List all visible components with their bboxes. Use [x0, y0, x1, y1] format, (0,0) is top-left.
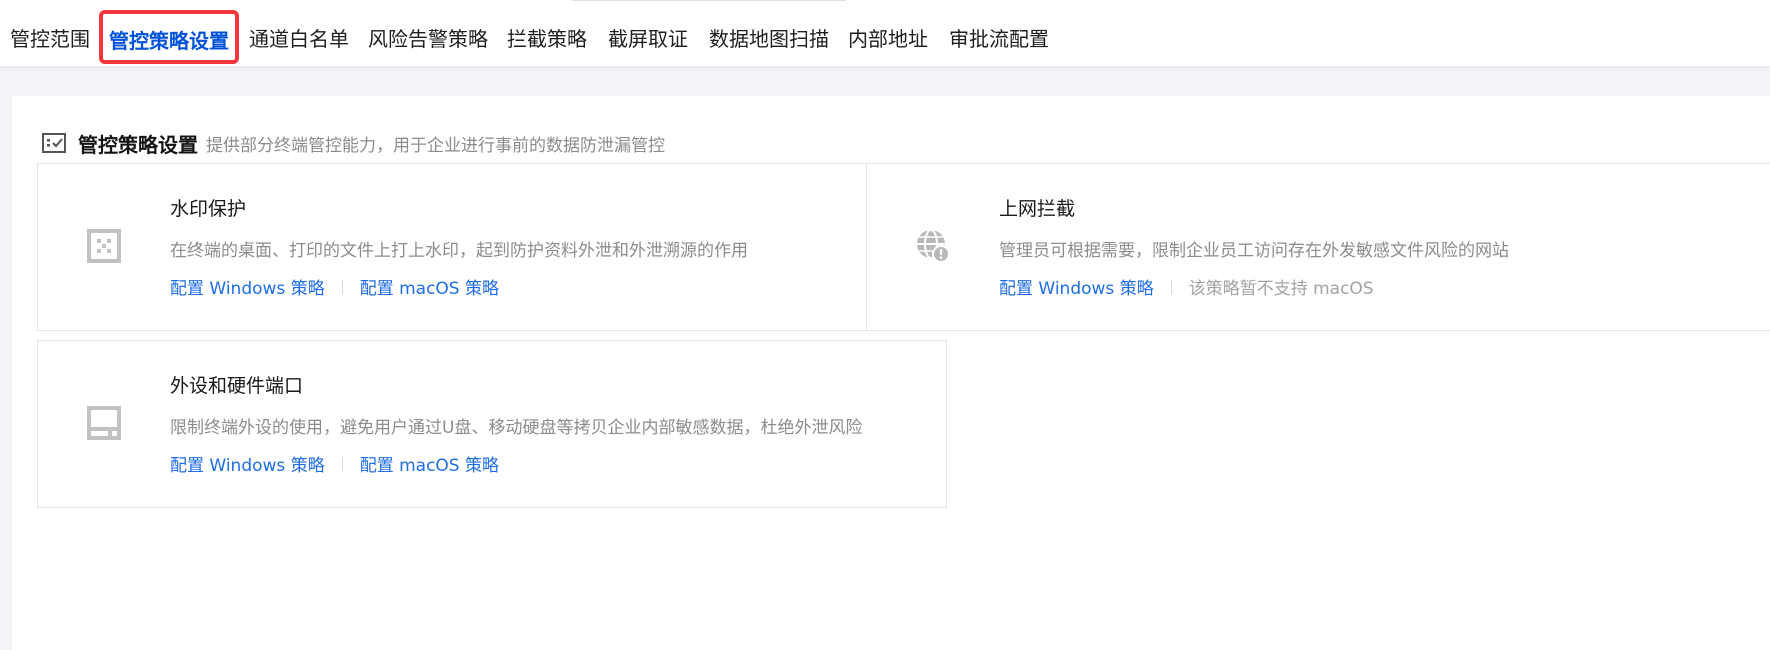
tab-control-policy-settings[interactable]: 管控策略设置 — [99, 10, 239, 64]
tab-control-scope[interactable]: 管控范围 — [10, 22, 90, 56]
card-title: 水印保护 — [170, 198, 247, 220]
macos-unsupported-note: 该策略暂不支持 macOS — [1188, 279, 1374, 299]
link-separator — [341, 279, 343, 294]
configure-macos-policy-link[interactable]: 配置 macOS 策略 — [360, 274, 499, 299]
link-separator — [341, 456, 343, 471]
card-title: 上网拦截 — [999, 198, 1076, 220]
checklist-icon — [42, 133, 66, 153]
card-description: 在终端的桌面、打印的文件上打上水印，起到防护资料外泄和外泄溯源的作用 — [170, 241, 748, 261]
card-links: 配置 Windows 策略 该策略暂不支持 macOS — [999, 274, 1374, 299]
top-tab-bar: 管控范围 管控策略设置 通道白名单 风险告警策略 拦截策略 截屏取证 数据地图扫… — [0, 0, 1770, 67]
card-links: 配置 Windows 策略 配置 macOS 策略 — [170, 274, 499, 299]
globe-alert-icon — [917, 229, 950, 263]
tab-screenshot-evidence[interactable]: 截屏取证 — [608, 22, 688, 56]
main-panel: 管控策略设置 提供部分终端管控能力，用于企业进行事前的数据防泄漏管控 水印保护 … — [12, 96, 1770, 650]
configure-windows-policy-link[interactable]: 配置 Windows 策略 — [999, 274, 1154, 299]
tab-channel-whitelist[interactable]: 通道白名单 — [249, 22, 349, 56]
tab-bar-top-divider — [572, 0, 846, 1]
section-title: 管控策略设置 — [78, 132, 198, 157]
tab-data-map-scan[interactable]: 数据地图扫描 — [709, 22, 829, 56]
section-header: 管控策略设置 提供部分终端管控能力，用于企业进行事前的数据防泄漏管控 — [42, 128, 665, 158]
tab-interception-policy[interactable]: 拦截策略 — [507, 22, 587, 56]
configure-macos-policy-link[interactable]: 配置 macOS 策略 — [360, 451, 499, 476]
card-peripherals-hardware-ports: 外设和硬件端口 限制终端外设的使用，避免用户通过U盘、移动硬盘等拷贝企业内部敏感… — [37, 340, 947, 508]
configure-windows-policy-link[interactable]: 配置 Windows 策略 — [170, 451, 325, 476]
tab-approval-flow-config[interactable]: 审批流配置 — [949, 22, 1049, 56]
card-watermark-protection: 水印保护 在终端的桌面、打印的文件上打上水印，起到防护资料外泄和外泄溯源的作用 … — [37, 163, 947, 331]
card-links: 配置 Windows 策略 配置 macOS 策略 — [170, 451, 499, 476]
configure-windows-policy-link[interactable]: 配置 Windows 策略 — [170, 274, 325, 299]
card-description: 限制终端外设的使用，避免用户通过U盘、移动硬盘等拷贝企业内部敏感数据，杜绝外泄风… — [170, 418, 863, 438]
watermark-icon — [87, 229, 121, 263]
card-web-interception: 上网拦截 管理员可根据需要，限制企业员工访问存在外发敏感文件风险的网站 配置 W… — [866, 163, 1770, 331]
card-title: 外设和硬件端口 — [170, 375, 304, 397]
device-port-icon — [87, 406, 121, 440]
section-description: 提供部分终端管控能力，用于企业进行事前的数据防泄漏管控 — [206, 135, 665, 156]
tab-internal-address[interactable]: 内部地址 — [848, 22, 928, 56]
tab-risk-alert-policy[interactable]: 风险告警策略 — [368, 22, 488, 56]
card-description: 管理员可根据需要，限制企业员工访问存在外发敏感文件风险的网站 — [999, 241, 1509, 261]
link-separator — [1170, 279, 1172, 294]
